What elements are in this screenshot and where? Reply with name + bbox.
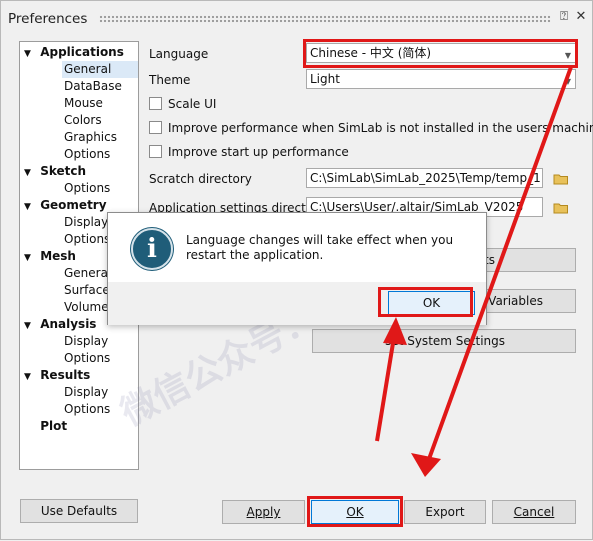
arrow-language-to-ok xyxy=(427,66,573,460)
preferences-window: Preferences ⍰ ✕ ▼ Applications General Dat… xyxy=(0,0,593,540)
arrow-head-down xyxy=(411,453,441,477)
annotation-arrows xyxy=(375,66,573,477)
arrow-up-to-dialog-ok xyxy=(375,336,396,442)
arrow-head-up xyxy=(383,317,407,345)
